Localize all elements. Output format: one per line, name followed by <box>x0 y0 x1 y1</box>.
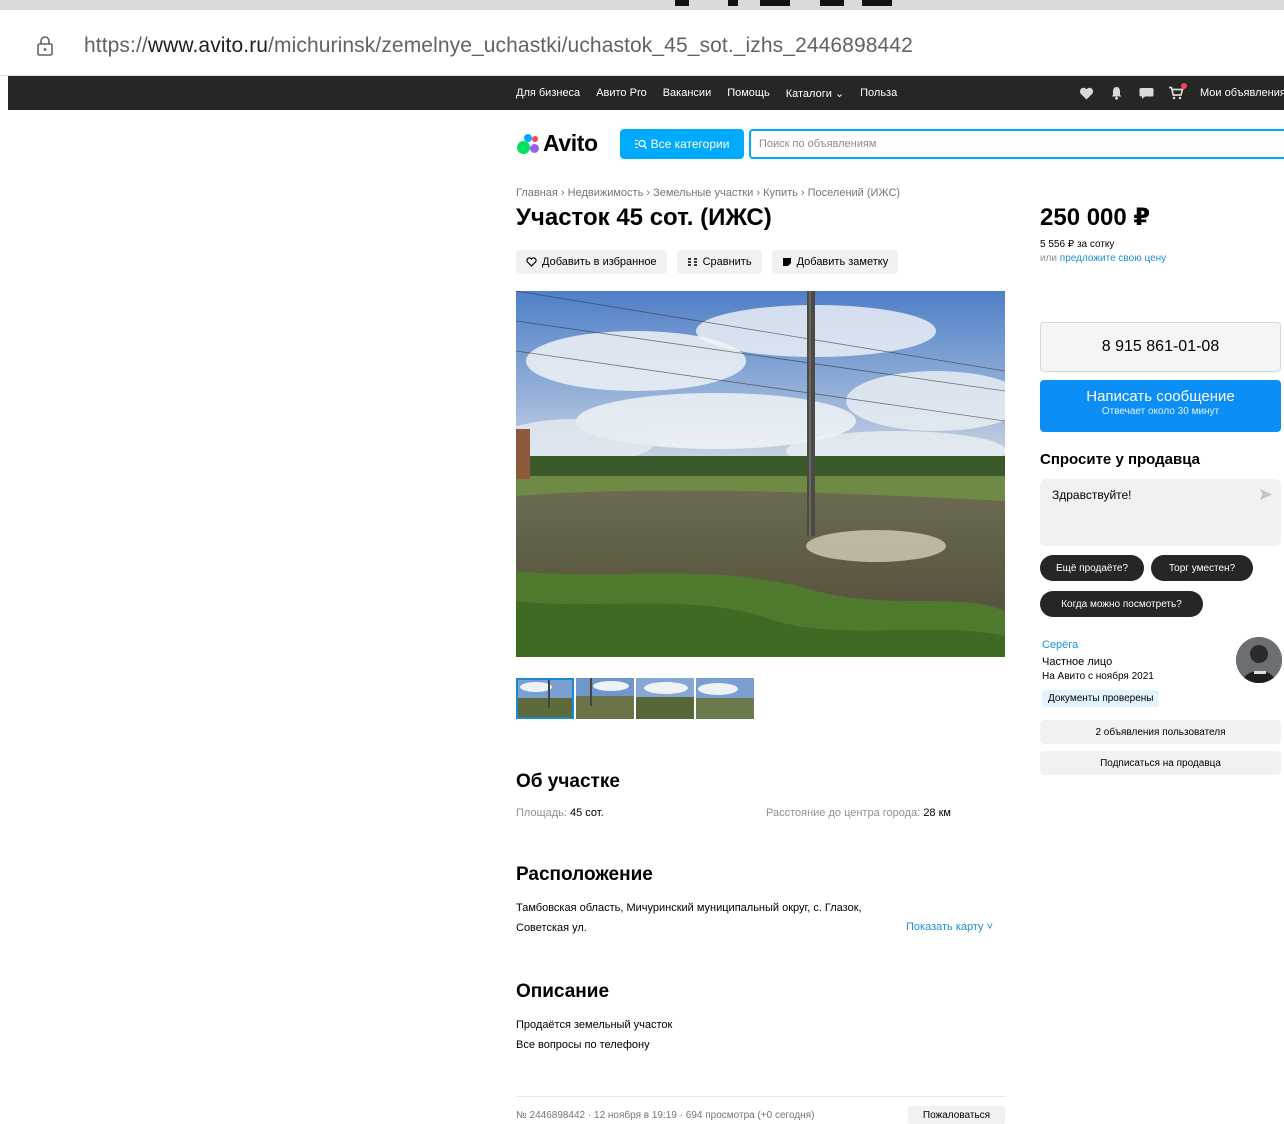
listing-meta: № 2446898442 · 12 ноября в 19:19 · 694 п… <box>516 1110 815 1121</box>
strip-mark <box>820 0 844 6</box>
area-param: Площадь: 45 сот. <box>516 807 604 819</box>
seller-name-link[interactable]: Серёга <box>1042 639 1078 651</box>
phone-button[interactable]: 8 915 861-01-08 <box>1040 322 1281 372</box>
offer-price-line: или предложите свою цену <box>1040 253 1166 264</box>
price-per-sotka: 5 556 ₽ за сотку <box>1040 239 1115 250</box>
page-title: Участок 45 сот. (ИЖС) <box>516 204 772 231</box>
documents-verified-badge: Документы проверены <box>1042 690 1160 707</box>
url-path: /michurinsk/zemelnye_uchastki/uchastok_4… <box>268 34 913 57</box>
show-map-link[interactable]: Показать карту ˅ <box>906 921 993 933</box>
listing-actions: Добавить в избранное Сравнить Добавить з… <box>516 250 899 274</box>
subscribe-button[interactable]: Подписаться на продавца <box>1040 751 1281 775</box>
add-to-favorites-button[interactable]: Добавить в избранное <box>516 250 667 274</box>
heart-outline-icon <box>526 257 537 267</box>
compare-icon <box>687 258 697 266</box>
url-text[interactable]: https://www.avito.ru/michurinsk/zemelnye… <box>84 34 913 58</box>
ask-seller-heading: Спросите у продавца <box>1040 451 1200 468</box>
add-to-favorites-label: Добавить в избранное <box>542 256 657 268</box>
my-ads-link[interactable]: Мои объявления <box>1200 87 1284 99</box>
quick-question-chip[interactable]: Ещё продаёте? <box>1040 555 1144 581</box>
report-button[interactable]: Пожаловаться <box>908 1106 1005 1124</box>
area-label: Площадь: <box>516 807 567 819</box>
strip-mark <box>760 0 790 6</box>
top-navigation: Для бизнеса Авито Pro Вакансии Помощь Ка… <box>8 76 1284 110</box>
nav-for-business[interactable]: Для бизнеса <box>516 87 580 99</box>
description-line: Продаётся земельный участок <box>516 1019 673 1031</box>
footer-divider <box>516 1096 1005 1097</box>
strip-mark <box>675 0 689 6</box>
distance-label: Расстояние до центра города: <box>766 807 921 819</box>
seller-since: На Авито с ноября 2021 <box>1042 671 1154 682</box>
seller-message-input[interactable]: Здравствуйте! <box>1040 479 1281 546</box>
nav-catalogs[interactable]: Каталоги ⌄ <box>786 87 844 100</box>
photo-thumbnail[interactable] <box>576 678 634 719</box>
top-nav-links: Для бизнеса Авито Pro Вакансии Помощь Ка… <box>516 76 897 110</box>
url-scheme: https:// <box>84 34 148 57</box>
compare-label: Сравнить <box>702 256 752 268</box>
description-text: Продаётся земельный участок Все вопросы … <box>516 1015 672 1055</box>
seller-type: Частное лицо <box>1042 656 1113 668</box>
distance-param: Расстояние до центра города: 28 км <box>766 807 951 819</box>
url-host: www.avito.ru <box>147 34 269 57</box>
logo-text: Avito <box>543 130 598 156</box>
photo-thumbnail[interactable] <box>516 678 574 719</box>
quick-question-chip[interactable]: Когда можно посмотреть? <box>1040 591 1203 617</box>
strip-mark <box>862 0 892 6</box>
description-heading: Описание <box>516 981 610 1002</box>
nav-help[interactable]: Помощь <box>727 87 770 99</box>
all-categories-label: Все категории <box>650 137 730 151</box>
logo-dots <box>516 133 540 155</box>
photo-thumbnail[interactable] <box>696 678 754 719</box>
field-photo-image <box>516 291 1005 657</box>
main-photo[interactable] <box>516 291 1005 657</box>
offer-prefix: или <box>1040 253 1058 264</box>
send-icon[interactable] <box>1260 489 1272 500</box>
nav-vacancies[interactable]: Вакансии <box>663 87 712 99</box>
write-message-label: Написать сообщение <box>1086 388 1235 405</box>
add-note-button[interactable]: Добавить заметку <box>771 250 899 274</box>
message-text: Здравствуйте! <box>1052 488 1132 502</box>
cart-badge <box>1181 83 1187 89</box>
response-time: Отвечает около 30 минут <box>1101 406 1220 417</box>
note-icon <box>782 258 791 266</box>
compare-button[interactable]: Сравнить <box>676 250 762 274</box>
breadcrumb[interactable]: Главная › Недвижимость › Земельные участ… <box>516 187 900 199</box>
add-note-label: Добавить заметку <box>796 256 889 268</box>
cart-icon[interactable] <box>1168 83 1187 100</box>
user-ads-button[interactable]: 2 объявления пользователя <box>1040 720 1281 744</box>
about-heading: Об участке <box>516 771 620 792</box>
distance-value: 28 км <box>923 807 951 819</box>
avatar[interactable] <box>1236 637 1282 683</box>
photo-thumbnails <box>516 678 754 719</box>
lock-icon[interactable] <box>36 36 54 56</box>
search-placeholder: Поиск по объявлениям <box>759 138 877 150</box>
nav-avito-pro[interactable]: Авито Pro <box>596 87 647 99</box>
heart-icon[interactable] <box>1078 86 1094 100</box>
browser-top-strip <box>0 0 1284 10</box>
area-value: 45 сот. <box>570 807 604 819</box>
nav-benefit[interactable]: Польза <box>860 87 897 99</box>
address-text: Тамбовская область, Мичуринский муниципа… <box>516 902 862 934</box>
price: 250 000 ₽ <box>1040 204 1151 231</box>
all-categories-button[interactable]: Все категории <box>620 129 744 159</box>
quick-question-chip[interactable]: Торг уместен? <box>1151 555 1253 581</box>
strip-mark <box>728 0 738 6</box>
write-message-button[interactable]: Написать сообщение Отвечает около 30 мин… <box>1040 380 1281 432</box>
photo-thumbnail[interactable] <box>636 678 694 719</box>
bell-icon[interactable] <box>1108 86 1124 100</box>
browser-address-bar[interactable]: https://www.avito.ru/michurinsk/zemelnye… <box>0 10 1284 76</box>
offer-price-link[interactable]: предложите свою цену <box>1060 253 1166 264</box>
search-icon <box>634 139 647 149</box>
search-input[interactable]: Поиск по объявлениям <box>749 129 1284 159</box>
description-line: Все вопросы по телефону <box>516 1039 650 1051</box>
top-nav-user-area: Мои объявления <box>1078 76 1284 110</box>
chat-icon[interactable] <box>1138 86 1154 100</box>
avito-logo[interactable]: Avito <box>516 130 598 157</box>
location-heading: Расположение <box>516 864 653 885</box>
